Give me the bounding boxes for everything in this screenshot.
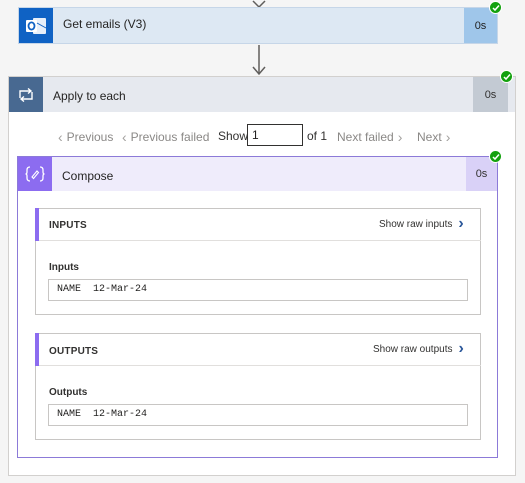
inputs-accent-bar [35, 208, 39, 241]
success-check-icon [489, 1, 502, 14]
next-label: Next [417, 130, 442, 144]
connector-arrow [252, 45, 266, 76]
of-label: of 1 [307, 129, 328, 143]
outlook-icon [19, 8, 53, 43]
show-raw-inputs-label: Show raw inputs [379, 218, 453, 230]
show-raw-inputs-link[interactable]: Show raw inputs › [379, 215, 464, 233]
chevron-right-icon: › [458, 340, 464, 357]
chevron-right-icon: › [445, 129, 451, 145]
outputs-accent-bar [35, 333, 39, 366]
success-check-icon [489, 150, 502, 163]
previous-label: Previous [66, 130, 114, 144]
previous-failed-label: Previous failed [130, 130, 210, 144]
compose-title: Compose [62, 169, 114, 183]
inputs-field-label: Inputs [49, 262, 79, 273]
chevron-left-icon: ‹ [58, 129, 63, 145]
apply-to-each-title: Apply to each [53, 89, 126, 103]
success-check-icon [500, 70, 513, 83]
get-emails-title: Get emails (V3) [63, 17, 147, 31]
previous-failed-button[interactable]: ‹ Previous failed [122, 129, 209, 145]
outputs-value-field: NAME 12-Mar-24 [48, 404, 468, 426]
chevron-right-icon: › [458, 215, 464, 232]
chevron-right-icon: › [397, 129, 403, 145]
next-button[interactable]: Next › [417, 129, 450, 145]
show-raw-outputs-label: Show raw outputs [373, 343, 453, 355]
compose-icon [18, 157, 52, 191]
show-label: Show [218, 129, 249, 143]
loop-icon [9, 77, 43, 112]
previous-button[interactable]: ‹ Previous [58, 129, 113, 145]
iteration-input[interactable] [247, 124, 303, 146]
next-failed-label: Next failed [337, 130, 394, 144]
chevron-left-icon: ‹ [122, 129, 127, 145]
inputs-heading: INPUTS [49, 220, 87, 231]
next-failed-button[interactable]: Next failed › [337, 129, 402, 145]
inputs-value-field: NAME 12-Mar-24 [48, 279, 468, 301]
outputs-heading: OUTPUTS [49, 346, 99, 357]
show-raw-outputs-link[interactable]: Show raw outputs › [373, 340, 464, 358]
outputs-field-label: Outputs [49, 387, 88, 398]
